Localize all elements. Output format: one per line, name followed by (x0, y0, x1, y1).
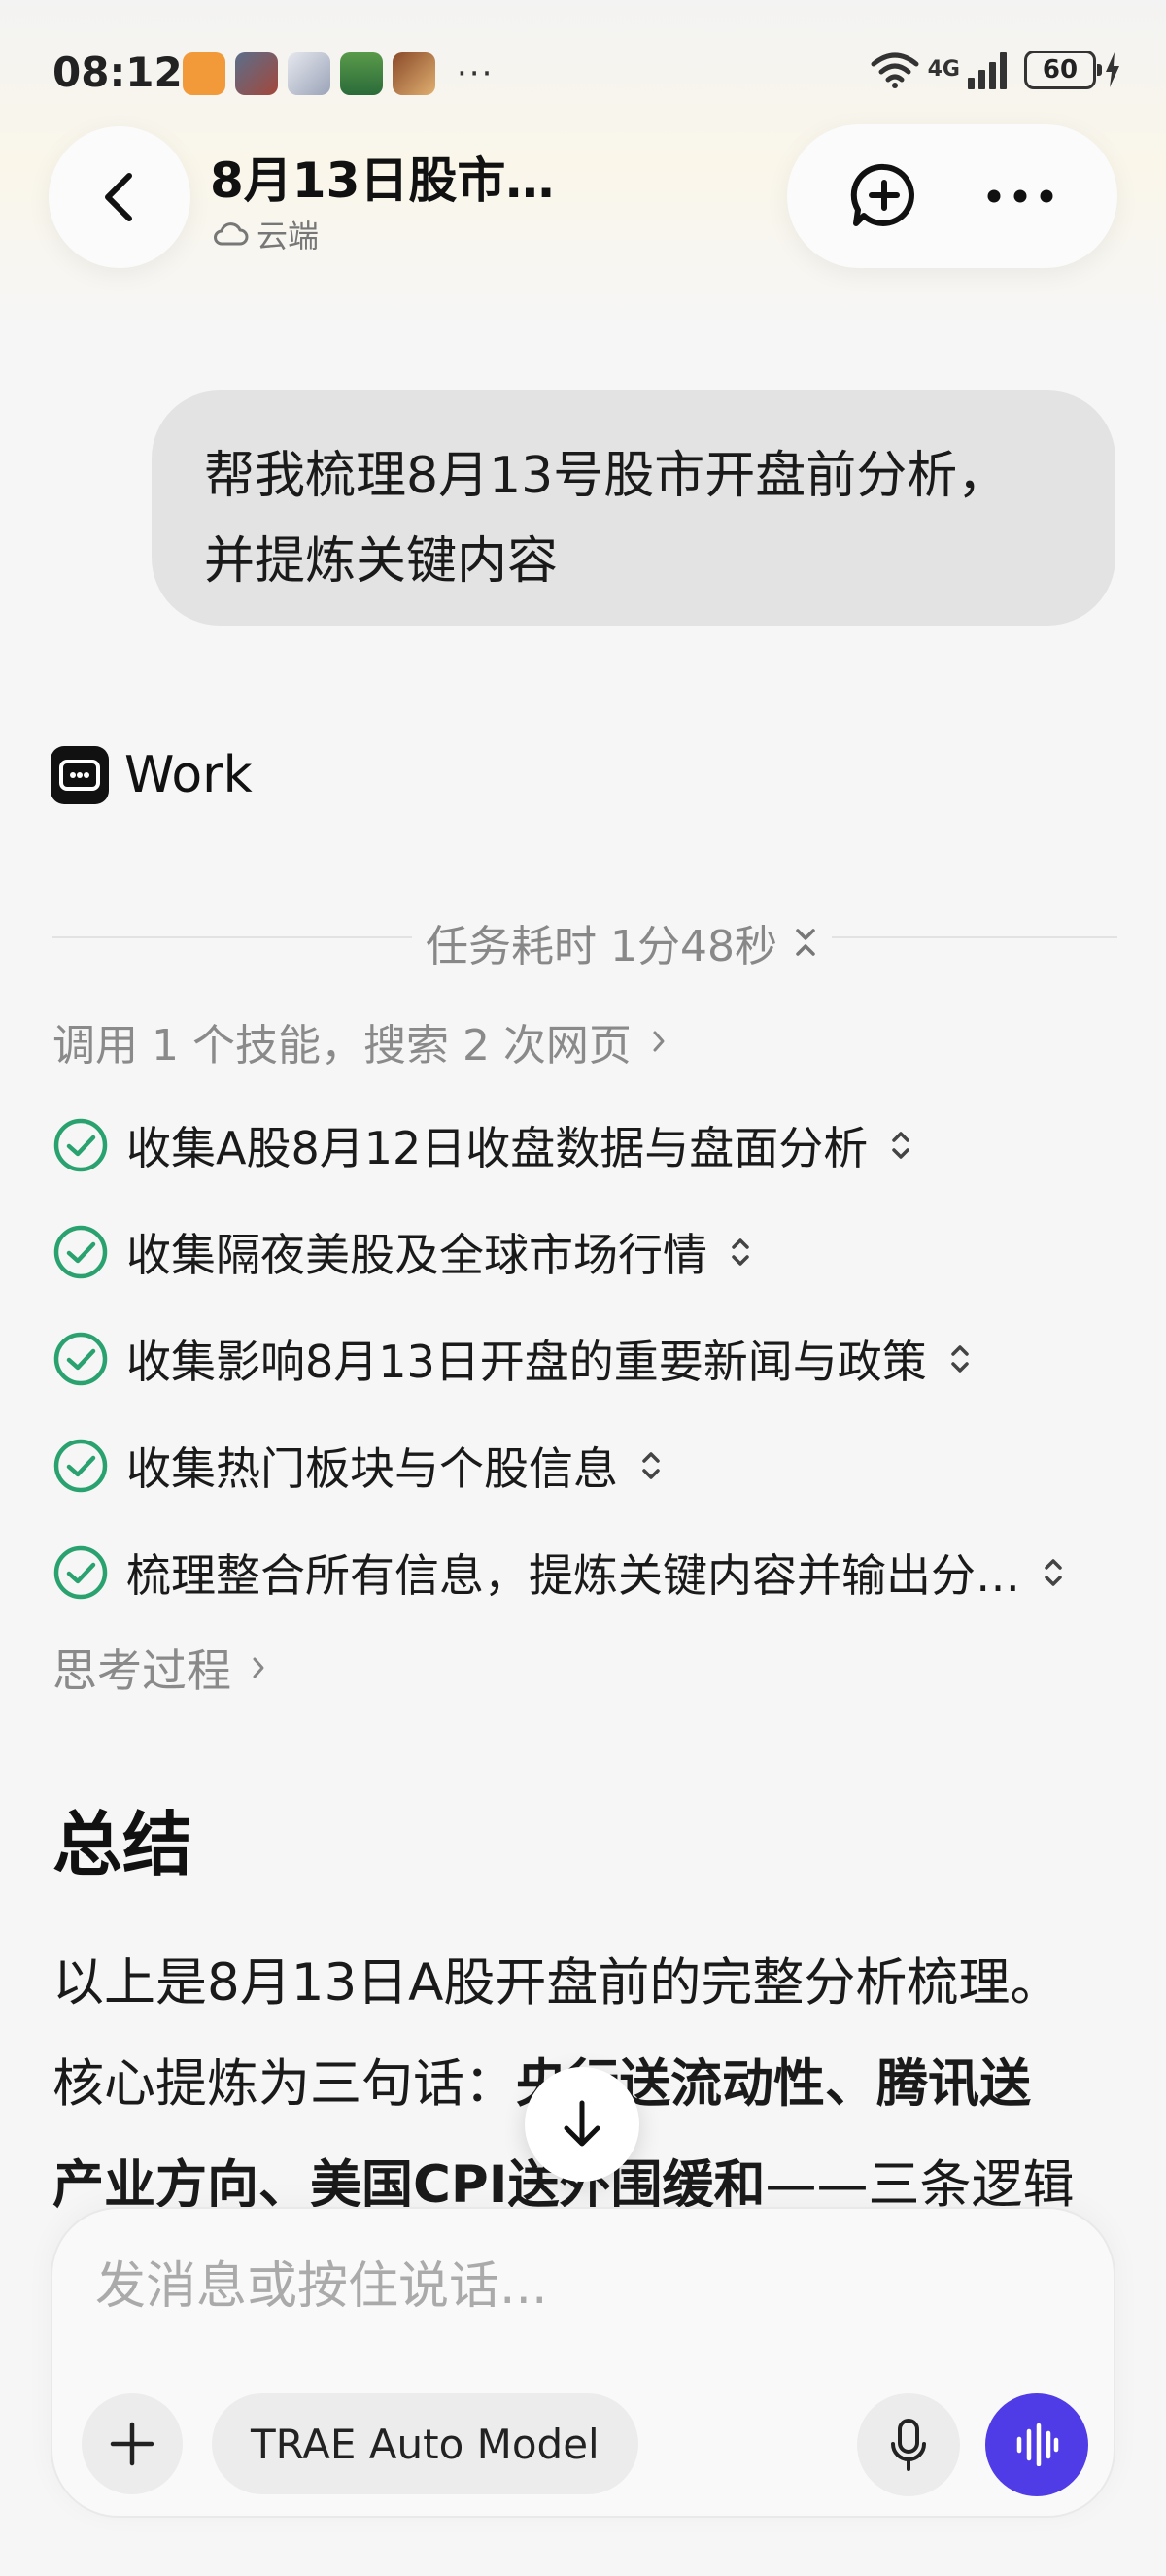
microphone-button[interactable] (857, 2393, 960, 2496)
summary-text-plain: 核心提炼为三句话： (52, 2054, 516, 2114)
summary-heading: 总结 (52, 1804, 193, 1885)
status-more: ··· (457, 54, 495, 93)
task-text: 收集A股8月12日收盘数据与盘面分析 (126, 1122, 869, 1174)
task-duration-divider[interactable]: 任务耗时 1分48秒 (52, 911, 1117, 973)
check-circle-icon (53, 1332, 108, 1386)
task-item[interactable]: 收集隔夜美股及全球市场行情 (52, 1199, 1121, 1305)
check-circle-icon (53, 1225, 108, 1279)
network-type: 4G (927, 57, 960, 82)
scroll-to-bottom-button[interactable] (525, 2067, 639, 2182)
add-attachment-button[interactable] (82, 2393, 183, 2494)
voice-wave-icon (1016, 2423, 1059, 2466)
summary-text-plain: ——三条逻辑 (765, 2155, 1075, 2215)
message-composer: TRAE Auto Model (51, 2207, 1115, 2518)
check-circle-icon (53, 1545, 108, 1600)
divider-line (801, 936, 1117, 938)
summary-line: 以上是8月13日A股开盘前的完整分析梳理。 (52, 1953, 1062, 2013)
status-indicators: 4G 60 (870, 51, 1121, 89)
task-item[interactable]: 收集影响8月13日开盘的重要新闻与政策 (52, 1305, 1121, 1412)
task-duration[interactable]: 任务耗时 1分48秒 (412, 911, 832, 973)
chevron-right-icon (653, 1031, 665, 1052)
app-notification-icon (183, 52, 225, 95)
work-icon (51, 746, 109, 804)
expand-toggle-icon[interactable] (889, 1127, 912, 1164)
task-list: 收集A股8月12日收盘数据与盘面分析 收集隔夜美股及全球市场行情 收集影响8月1… (52, 1092, 1121, 1626)
check-circle-icon (53, 1118, 108, 1172)
arrow-down-icon (564, 2100, 600, 2147)
app-notification-icon (235, 52, 278, 95)
cloud-icon (214, 222, 249, 246)
collapse-icon (796, 929, 815, 956)
user-message-line: 并提炼关键内容 (204, 532, 559, 591)
more-icon (987, 189, 1053, 203)
header-actions (787, 124, 1117, 268)
notification-app-icons: ··· (183, 52, 494, 95)
task-item[interactable]: 梳理整合所有信息，提炼关键内容并输出分… (52, 1519, 1121, 1626)
skills-summary[interactable]: 调用 1 个技能，搜索 2 次网页 (52, 1010, 667, 1072)
task-duration-text: 任务耗时 1分48秒 (426, 922, 777, 971)
summary-text-bold: 产业方向、美国CPI送外围缓和 (52, 2155, 766, 2215)
user-message-line: 帮我梳理8月13号股市开盘前分析， (204, 447, 1009, 505)
task-item[interactable]: 收集A股8月12日收盘数据与盘面分析 (52, 1092, 1121, 1199)
battery-level: 60 (1042, 55, 1079, 85)
new-chat-button[interactable] (840, 153, 928, 240)
voice-mode-button[interactable] (985, 2393, 1088, 2496)
app-notification-icon (393, 52, 435, 95)
skills-summary-text: 调用 1 个技能，搜索 2 次网页 (52, 1021, 632, 1070)
task-text: 收集隔夜美股及全球市场行情 (126, 1229, 707, 1281)
charging-icon (1106, 52, 1119, 87)
expand-toggle-icon[interactable] (639, 1447, 663, 1484)
back-button[interactable] (49, 126, 190, 268)
user-message-bubble[interactable]: 帮我梳理8月13号股市开盘前分析， 并提炼关键内容 (152, 390, 1115, 626)
task-text: 收集热门板块与个股信息 (126, 1442, 618, 1495)
thinking-process-link[interactable]: 思考过程 (52, 1636, 266, 1700)
mic-icon (891, 2419, 926, 2471)
check-circle-icon (53, 1439, 108, 1493)
chevron-right-icon (253, 1657, 264, 1678)
thinking-process-label: 思考过程 (52, 1644, 231, 1697)
message-input[interactable] (95, 2248, 1067, 2325)
task-text: 梳理整合所有信息，提炼关键内容并输出分… (126, 1549, 1020, 1602)
model-label: TRAE Auto Model (251, 2420, 600, 2468)
work-label: Work (124, 746, 253, 804)
work-header: Work (51, 746, 253, 804)
page-title: 8月13日股市… (210, 153, 555, 209)
expand-toggle-icon[interactable] (948, 1340, 972, 1377)
more-options-button[interactable] (977, 153, 1064, 240)
divider-line (52, 936, 422, 938)
storage-location: 云端 (212, 212, 319, 256)
storage-label: 云端 (257, 218, 320, 254)
status-time: 08:12 (52, 49, 183, 96)
signal-icon (968, 51, 1007, 89)
task-text: 收集影响8月13日开盘的重要新闻与政策 (126, 1336, 927, 1388)
wifi-icon (871, 52, 919, 88)
plus-icon (110, 2422, 154, 2466)
new-chat-icon (850, 163, 914, 226)
app-notification-icon (340, 52, 383, 95)
back-arrow-icon (105, 173, 132, 221)
battery-icon: 60 (1024, 51, 1102, 89)
app-notification-icon (288, 52, 330, 95)
model-selector[interactable]: TRAE Auto Model (212, 2393, 638, 2494)
task-item[interactable]: 收集热门板块与个股信息 (52, 1412, 1121, 1519)
expand-toggle-icon[interactable] (729, 1234, 752, 1271)
expand-toggle-icon[interactable] (1042, 1554, 1065, 1591)
